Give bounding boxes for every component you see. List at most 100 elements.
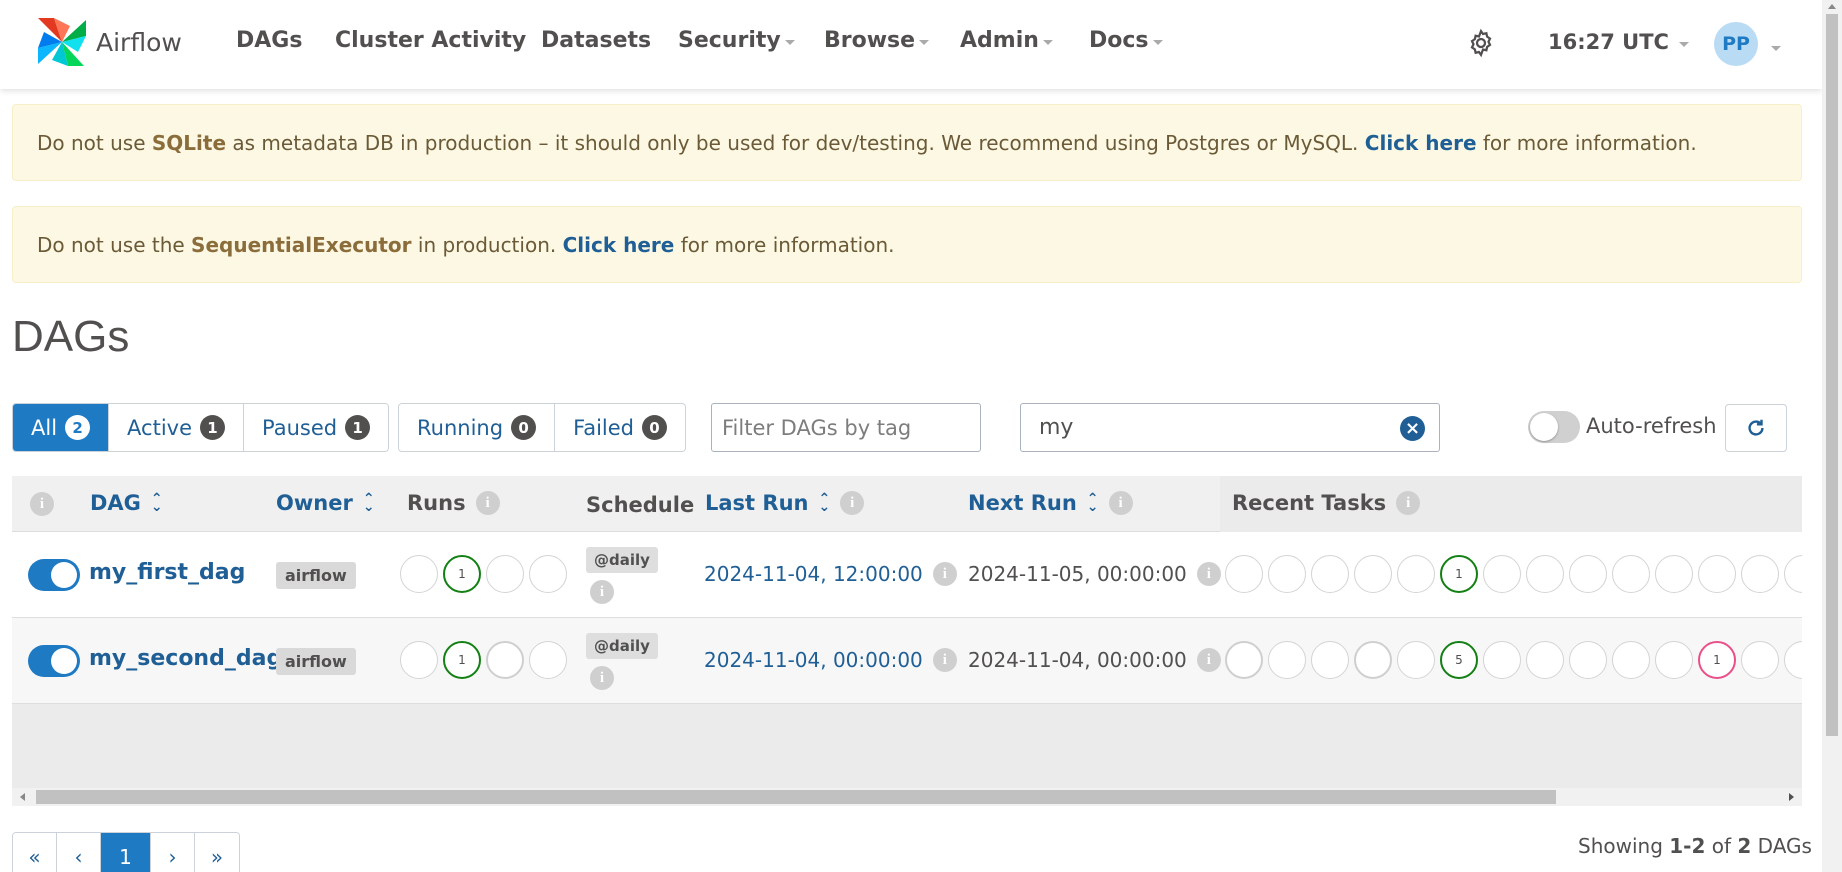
filter-active-button[interactable]: Active 1	[109, 404, 245, 451]
scroll-up-icon[interactable]	[1828, 4, 1836, 9]
scrollbar-thumb[interactable]	[36, 790, 1556, 804]
run-state-circle[interactable]	[486, 555, 524, 593]
task-state-circle[interactable]	[1612, 555, 1650, 593]
task-state-circle[interactable]	[1526, 555, 1564, 593]
last-run-link[interactable]: 2024-11-04, 12:00:00	[704, 562, 923, 586]
page-vertical-scrollbar[interactable]	[1822, 0, 1842, 872]
dag-name-link[interactable]: my_first_dag	[89, 560, 245, 585]
last-run-cell[interactable]: 2024-11-04, 12:00:00 i	[704, 562, 957, 586]
chevron-down-icon[interactable]	[1771, 46, 1781, 51]
auto-refresh-toggle[interactable]	[1528, 411, 1580, 443]
clear-search-icon[interactable]: ×	[1400, 416, 1425, 441]
task-state-circle[interactable]	[1397, 555, 1435, 593]
nav-docs-menu[interactable]: Docs	[1089, 28, 1163, 53]
scroll-right-icon[interactable]	[1789, 793, 1794, 801]
nav-security-menu[interactable]: Security	[678, 28, 795, 53]
run-state-circle[interactable]	[400, 641, 438, 679]
first-page-button[interactable]: «	[13, 833, 57, 872]
schedule-badge[interactable]: @daily	[586, 547, 658, 573]
info-icon[interactable]: i	[1196, 562, 1221, 586]
info-icon[interactable]: i	[30, 492, 54, 516]
nav-browse-menu[interactable]: Browse	[824, 28, 930, 53]
gear-icon[interactable]	[1466, 28, 1496, 62]
task-state-circle[interactable]	[1483, 641, 1521, 679]
task-state-circle[interactable]	[1225, 641, 1263, 679]
run-state-circle[interactable]: 1	[443, 555, 481, 593]
header-last-run[interactable]: Last Run ⌃ ⌄ i	[705, 491, 865, 515]
task-state-circle[interactable]	[1784, 641, 1802, 679]
info-icon[interactable]: i	[932, 562, 957, 586]
info-icon[interactable]: i	[840, 491, 865, 515]
user-avatar[interactable]: PP	[1714, 22, 1758, 66]
task-state-circle[interactable]	[1741, 641, 1779, 679]
last-run-cell[interactable]: 2024-11-04, 00:00:00 i	[704, 648, 957, 672]
info-icon[interactable]: i	[475, 491, 500, 515]
task-state-circle[interactable]	[1698, 555, 1736, 593]
task-state-circle[interactable]	[1354, 555, 1392, 593]
dag-pause-toggle[interactable]	[28, 645, 80, 677]
filter-running-button[interactable]: Running 0	[399, 404, 556, 451]
task-state-circle[interactable]	[1612, 641, 1650, 679]
run-state-circle[interactable]: 1	[443, 641, 481, 679]
last-run-link[interactable]: 2024-11-04, 00:00:00	[704, 648, 923, 672]
header-owner[interactable]: Owner ⌃ ⌄	[276, 491, 375, 515]
table-horizontal-scrollbar[interactable]	[12, 788, 1802, 806]
task-state-circle[interactable]	[1483, 555, 1521, 593]
last-page-button[interactable]: »	[195, 833, 239, 872]
info-icon[interactable]: i	[932, 648, 957, 672]
airflow-logo[interactable]: Airflow	[34, 14, 182, 70]
task-state-circle-success[interactable]: 5	[1440, 641, 1478, 679]
task-state-circle[interactable]	[1225, 555, 1263, 593]
nav-cluster-activity[interactable]: Cluster Activity	[335, 28, 526, 53]
next-page-button[interactable]: ›	[151, 833, 195, 872]
task-state-circle[interactable]	[1311, 641, 1349, 679]
info-icon[interactable]: i	[590, 580, 614, 604]
info-icon[interactable]: i	[1108, 491, 1133, 515]
sqlite-click-here-link[interactable]: Click here	[1365, 131, 1477, 155]
schedule-badge[interactable]: @daily	[586, 633, 658, 659]
task-state-circle[interactable]	[1784, 555, 1802, 593]
task-state-circle[interactable]	[1655, 555, 1693, 593]
scrollbar-thumb[interactable]	[1826, 14, 1838, 736]
task-state-circle[interactable]	[1655, 641, 1693, 679]
nav-dags[interactable]: DAGs	[236, 28, 302, 53]
nav-datasets[interactable]: Datasets	[541, 28, 651, 53]
dag-name-link[interactable]: my_second_dag	[89, 646, 282, 671]
task-state-circle[interactable]	[1268, 641, 1306, 679]
task-state-circle[interactable]	[1311, 555, 1349, 593]
task-state-circle[interactable]	[1569, 641, 1607, 679]
tag-filter-input[interactable]: Filter DAGs by tag	[711, 403, 981, 452]
run-state-circle[interactable]	[529, 555, 567, 593]
task-state-circle[interactable]	[1268, 555, 1306, 593]
task-state-circle-upstream-failed[interactable]: 1	[1698, 641, 1736, 679]
header-next-run[interactable]: Next Run ⌃ ⌄ i	[968, 491, 1133, 515]
task-state-circle-success[interactable]: 1	[1440, 555, 1478, 593]
run-state-circle[interactable]	[529, 641, 567, 679]
filter-failed-button[interactable]: Failed 0	[555, 404, 686, 451]
dag-search-input[interactable]: my ×	[1020, 403, 1440, 452]
run-state-circle[interactable]	[486, 641, 524, 679]
scroll-left-icon[interactable]	[20, 793, 25, 801]
task-state-circle[interactable]	[1526, 641, 1564, 679]
current-page-button[interactable]: 1	[101, 833, 151, 872]
nav-admin-menu[interactable]: Admin	[960, 28, 1053, 53]
owner-badge[interactable]: airflow	[276, 562, 356, 589]
timezone-menu[interactable]: 16:27 UTC	[1548, 30, 1689, 54]
executor-click-here-link[interactable]: Click here	[563, 233, 675, 257]
task-state-circle[interactable]	[1354, 641, 1392, 679]
filter-paused-button[interactable]: Paused 1	[244, 404, 389, 451]
dag-pause-toggle[interactable]	[28, 559, 80, 591]
prev-page-button[interactable]: ‹	[57, 833, 101, 872]
task-state-circle[interactable]	[1397, 641, 1435, 679]
refresh-button[interactable]	[1725, 404, 1787, 452]
run-state-circle[interactable]	[400, 555, 438, 593]
header-dag[interactable]: DAG ⌃ ⌄	[90, 491, 163, 515]
info-icon[interactable]: i	[1396, 491, 1421, 515]
info-icon[interactable]: i	[1196, 648, 1221, 672]
filter-all-button[interactable]: All 2	[13, 404, 110, 451]
filter-active-label: Active	[127, 415, 193, 440]
task-state-circle[interactable]	[1741, 555, 1779, 593]
info-icon[interactable]: i	[590, 666, 614, 690]
owner-badge[interactable]: airflow	[276, 648, 356, 675]
task-state-circle[interactable]	[1569, 555, 1607, 593]
